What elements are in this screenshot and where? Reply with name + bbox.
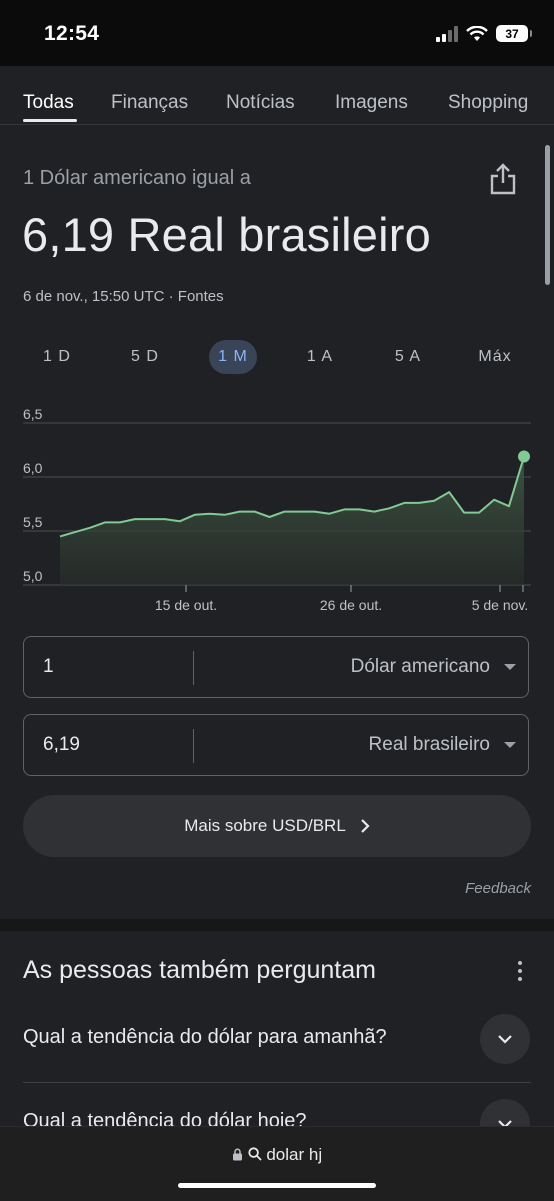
y-tick-label: 5,5 [23, 514, 43, 530]
chevron-down-icon [498, 1035, 512, 1044]
tab-noticias[interactable]: Notícias [226, 92, 295, 114]
x-tick-label: 26 de out. [320, 597, 382, 613]
range-1d[interactable]: 1 D [36, 340, 78, 374]
range-5y[interactable]: 5 A [387, 340, 429, 374]
status-icons: 37 [436, 25, 532, 42]
tab-shopping[interactable]: Shopping [448, 92, 528, 114]
status-time: 12:54 [44, 22, 100, 45]
exchange-rate: 6,19 Real brasileiro [22, 208, 431, 261]
divider [193, 651, 194, 685]
x-tick-label: 15 de out. [155, 597, 217, 613]
tab-todas[interactable]: Todas [23, 92, 74, 114]
conversion-subtitle: 1 Dólar americano igual a [23, 167, 251, 189]
url-text: dolar hj [266, 1145, 323, 1164]
to-currency-select[interactable]: Real brasileiro [369, 734, 490, 756]
current-value-dot [518, 450, 530, 463]
scrollbar[interactable] [545, 145, 550, 285]
from-currency-field: 1 Dólar americano [23, 636, 529, 698]
from-amount-input[interactable]: 1 [43, 656, 54, 678]
battery-icon: 37 [496, 25, 532, 42]
from-currency-select[interactable]: Dólar americano [351, 656, 490, 678]
y-tick-label: 5,0 [23, 568, 43, 584]
range-1y[interactable]: 1 A [299, 340, 341, 374]
signal-icon [436, 25, 458, 42]
tab-financas[interactable]: Finanças [111, 92, 188, 114]
active-tab-indicator [23, 119, 77, 122]
time-range-selector: 1 D 5 D 1 M 1 A 5 A Máx [0, 340, 554, 376]
more-about-pair-label: Mais sobre USD/BRL [184, 816, 346, 835]
exchange-rate-chart[interactable]: 6,5 6,0 5,5 5,0 15 de out. 26 de out. 5 de nov… [0, 405, 554, 620]
section-divider [0, 919, 554, 931]
y-tick-label: 6,0 [23, 460, 43, 476]
wifi-icon [466, 25, 488, 41]
more-options-icon[interactable] [517, 961, 523, 981]
to-currency-field: 6,19 Real brasileiro [23, 714, 529, 776]
address-field[interactable]: dolar hj [0, 1145, 554, 1165]
share-icon[interactable] [488, 162, 518, 196]
x-tick-label: 5 de nov. [472, 597, 529, 613]
browser-address-bar[interactable]: dolar hj [0, 1126, 554, 1201]
lock-icon [232, 1148, 242, 1161]
range-5d[interactable]: 5 D [124, 340, 166, 374]
search-tabs: Todas Finanças Notícias Imagens Shopping [0, 66, 554, 125]
question-item[interactable]: Qual a tendência do dólar para amanhã? [23, 1026, 387, 1049]
range-max[interactable]: Máx [470, 340, 520, 374]
chevron-right-icon [361, 819, 370, 833]
dropdown-caret-icon[interactable] [504, 664, 516, 670]
dropdown-caret-icon[interactable] [504, 742, 516, 748]
people-also-ask-title: As pessoas também perguntam [23, 956, 376, 984]
range-1m[interactable]: 1 M [209, 340, 257, 374]
y-tick-label: 6,5 [23, 406, 43, 422]
home-indicator [178, 1183, 376, 1188]
divider [193, 729, 194, 763]
to-amount-input[interactable]: 6,19 [43, 734, 80, 756]
search-icon [248, 1147, 262, 1161]
feedback-link[interactable]: Feedback [465, 880, 531, 897]
status-bar: 12:54 37 [0, 0, 554, 66]
tab-imagens[interactable]: Imagens [335, 92, 408, 114]
question-divider [23, 1082, 531, 1083]
expand-question-button[interactable] [480, 1014, 530, 1064]
rate-timestamp: 6 de nov., 15:50 UTC · Fontes [23, 288, 224, 305]
more-about-pair-button[interactable]: Mais sobre USD/BRL [23, 795, 531, 857]
